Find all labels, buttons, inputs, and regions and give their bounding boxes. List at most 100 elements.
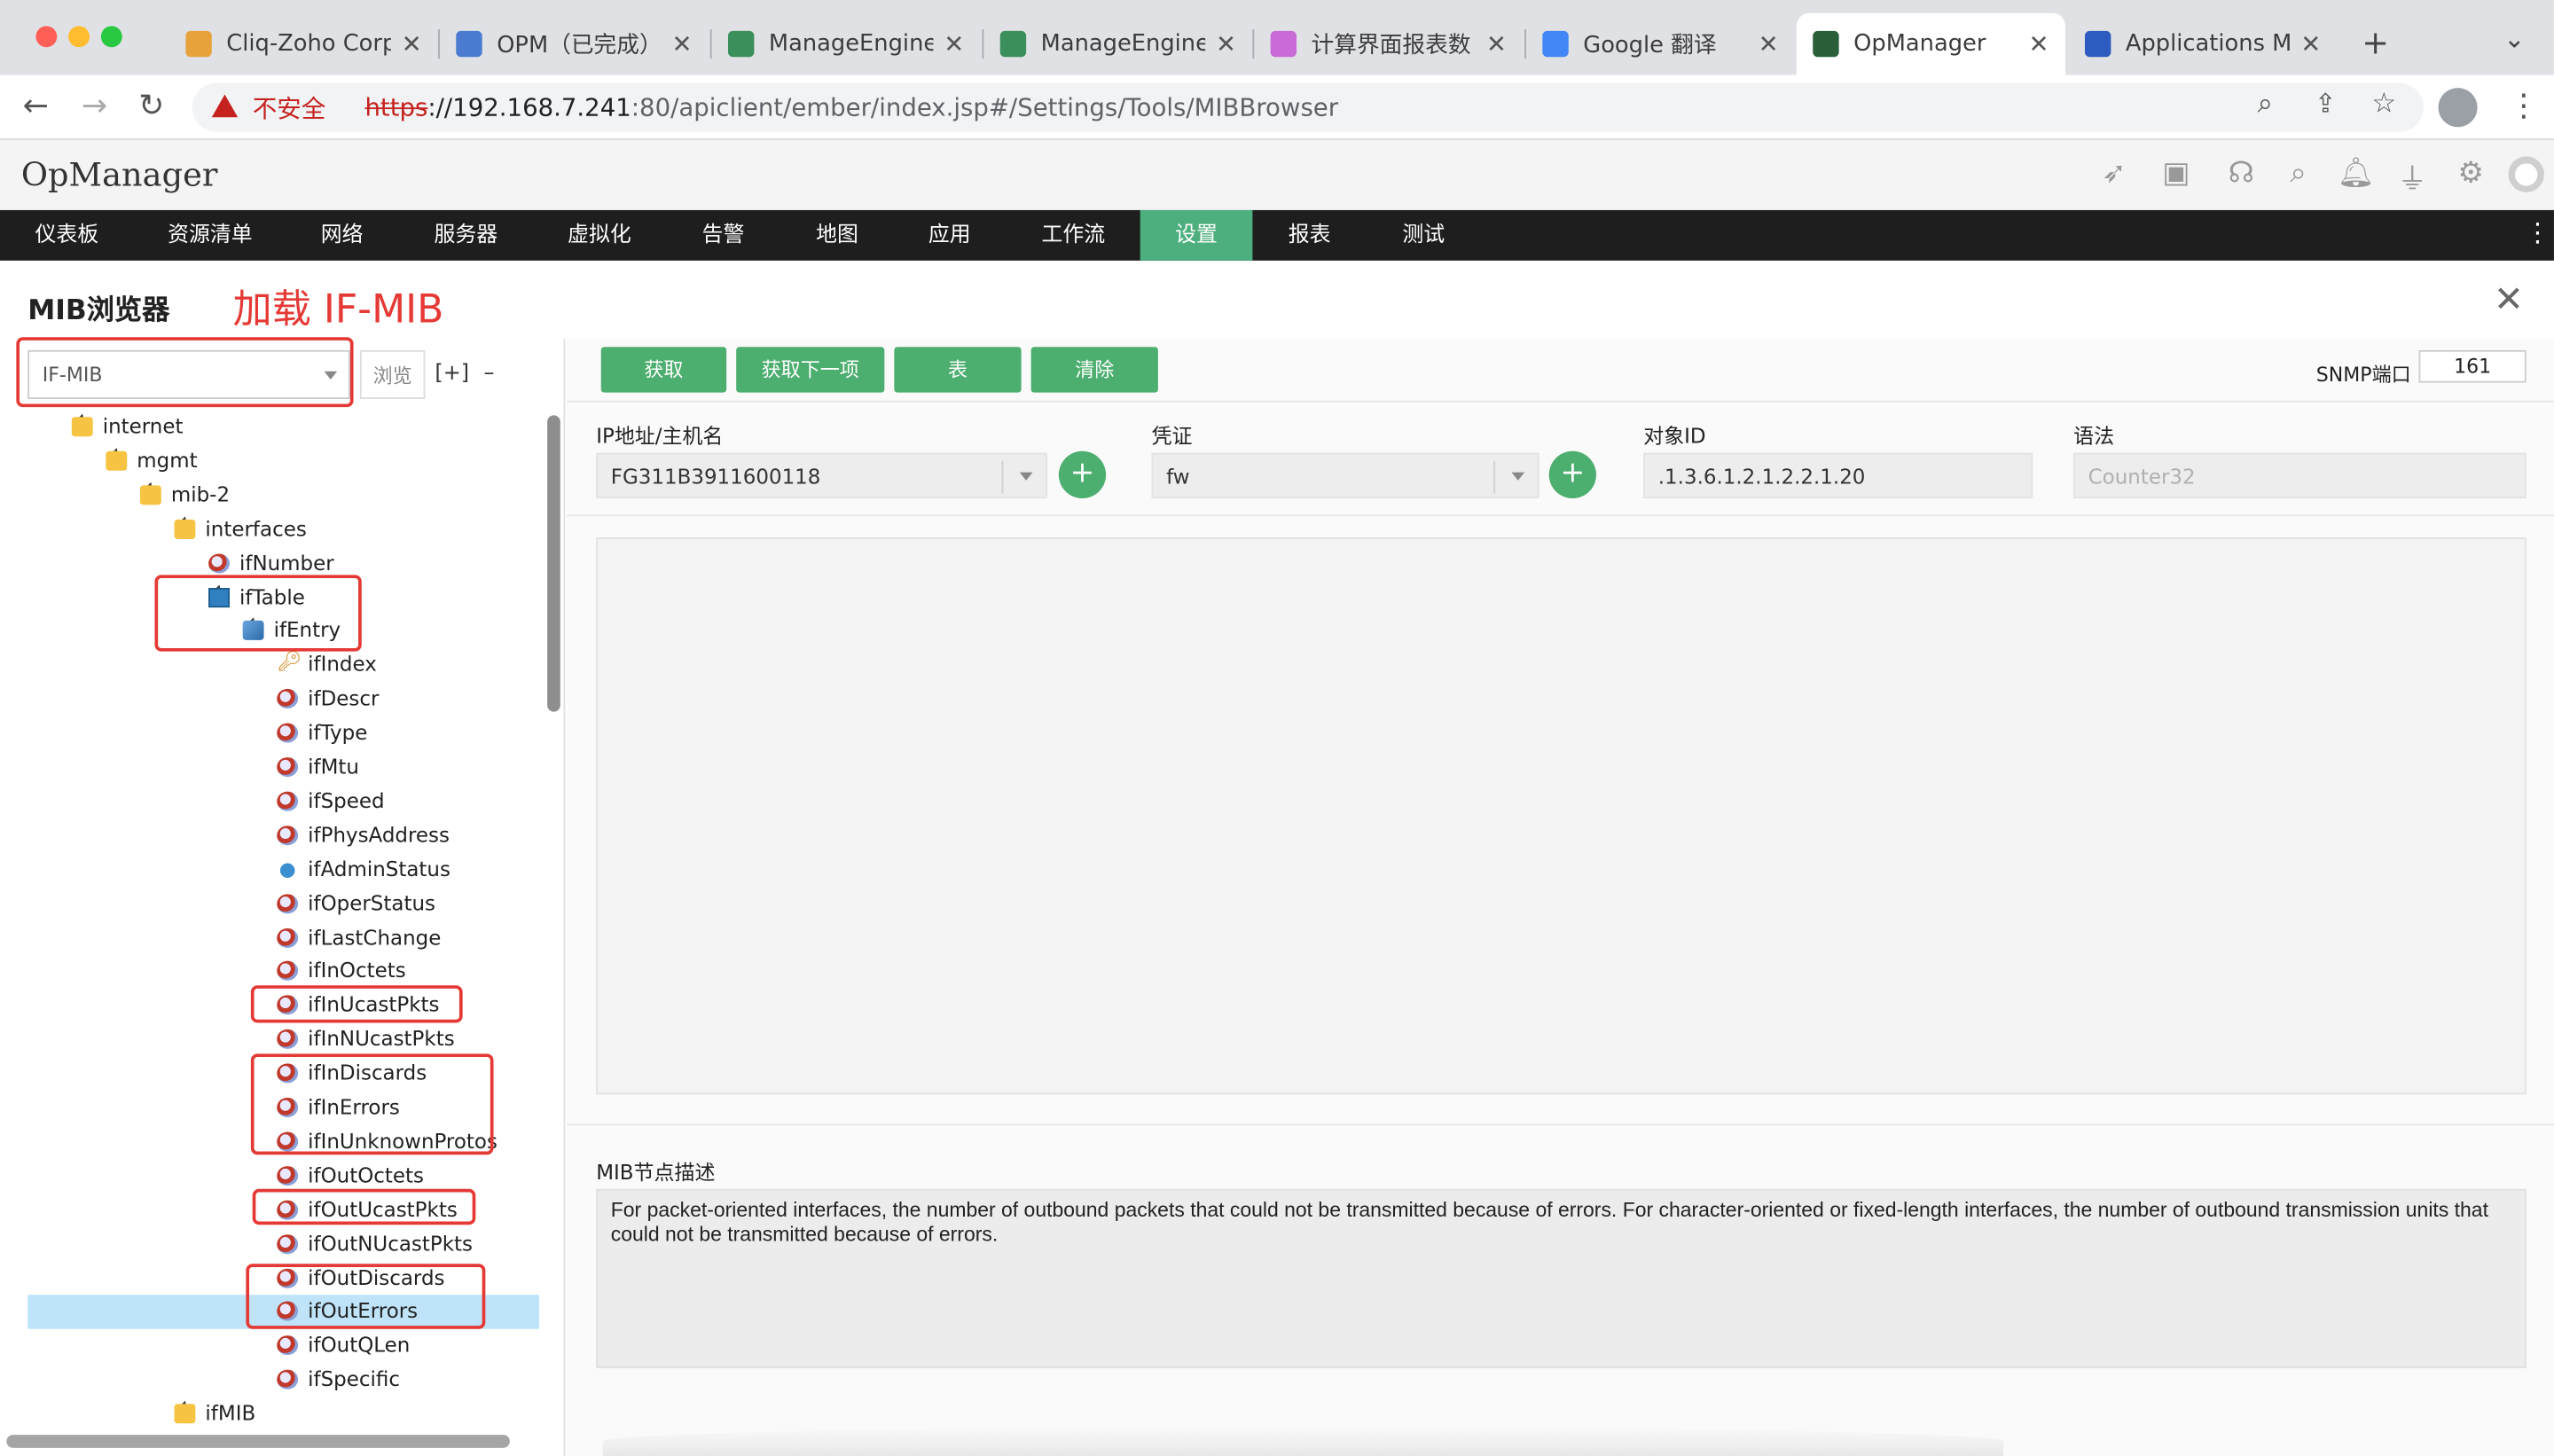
clear-button[interactable]: 清除 (1030, 347, 1158, 393)
url-bar[interactable]: 不安全 https://192.168.7.241:80/apiclient/e… (192, 82, 2425, 132)
more-menu-icon[interactable]: ⋮ (2525, 216, 2550, 247)
headset-icon[interactable]: ☊ (2223, 156, 2259, 192)
tree-node[interactable]: ifOutUcastPkts (27, 1194, 539, 1228)
browser-tab[interactable]: OPM（已完成） ✕ (440, 13, 709, 75)
menu-item[interactable]: 告警 (666, 210, 780, 261)
tree-node[interactable]: ifLastChange (27, 922, 539, 957)
snmp-port-input[interactable]: 161 (2418, 349, 2527, 383)
tree-node[interactable]: ifInUcastPkts (27, 989, 539, 1023)
tree-node[interactable]: ifMtu (27, 751, 539, 786)
share-icon[interactable]: ⇪ (2315, 88, 2337, 119)
tree-node[interactable]: ifInNUcastPkts (27, 1022, 539, 1057)
menu-item[interactable]: 地图 (782, 210, 893, 261)
tree-vertical-scrollbar[interactable] (547, 415, 560, 712)
tree-node[interactable]: ifOutQLen (27, 1329, 539, 1364)
menu-item[interactable]: 仪表板 (13, 210, 121, 261)
tab-close-icon[interactable]: ✕ (2300, 29, 2321, 59)
table-button[interactable]: 表 (894, 347, 1022, 393)
tree-node[interactable]: ifOperStatus (27, 888, 539, 922)
tab-close-icon[interactable]: ✕ (1216, 29, 1236, 59)
tree-node[interactable]: ifEntry (27, 614, 539, 648)
tab-close-icon[interactable]: ✕ (1486, 29, 1507, 59)
tree-node[interactable]: internet (27, 411, 539, 445)
window-maximize-button[interactable] (100, 26, 122, 48)
tree-node[interactable]: mib-2 (27, 479, 539, 513)
tree-node[interactable]: interfaces (27, 513, 539, 548)
tree-node[interactable]: ifInDiscards (27, 1057, 539, 1092)
new-tab-button[interactable]: + (2362, 23, 2389, 62)
tree-node[interactable]: ifInUnknownProtos (27, 1125, 539, 1160)
tab-close-icon[interactable]: ✕ (1759, 29, 1779, 59)
tree-node[interactable]: ifPhysAddress (27, 819, 539, 854)
tree-node[interactable]: ifTable (27, 582, 539, 616)
tree-node[interactable]: ifOutErrors (27, 1295, 539, 1329)
rocket-icon[interactable]: ➶ (2096, 156, 2132, 192)
gear-icon[interactable]: ⚙ (2453, 156, 2488, 192)
tree-horizontal-scrollbar[interactable] (6, 1435, 510, 1448)
tab-close-icon[interactable]: ✕ (2028, 29, 2049, 59)
menu-item[interactable]: 工作流 (1010, 210, 1137, 261)
reload-icon[interactable]: ↻ (138, 88, 164, 123)
add-device-button[interactable]: + (1058, 450, 1107, 499)
browser-tab[interactable]: ManageEngine ✕ (712, 13, 981, 75)
browser-tab[interactable]: Applications Ma ✕ (2069, 13, 2338, 75)
collapse-all-button[interactable]: – (483, 362, 494, 387)
credential-select[interactable]: fw (1151, 452, 1539, 499)
search-icon[interactable]: ⌕ (2280, 156, 2315, 192)
tree-node[interactable]: ifType (27, 716, 539, 751)
tab-close-icon[interactable]: ✕ (671, 29, 692, 59)
tab-list-chevron-icon[interactable]: ⌄ (2503, 23, 2526, 54)
tree-node[interactable]: 🔑︎ ifIndex (27, 648, 539, 683)
bookmark-star-icon[interactable]: ☆ (2371, 88, 2396, 121)
profile-avatar[interactable] (2438, 88, 2478, 128)
tree-node[interactable]: ifSpecific (27, 1363, 539, 1397)
tree-node[interactable]: ifAdminStatus (27, 853, 539, 888)
zoom-icon[interactable]: ⌕ (2258, 88, 2274, 121)
user-icon[interactable]: ● (2508, 156, 2544, 192)
browser-tab[interactable]: Google 翻译 ✕ (1526, 13, 1795, 75)
tree-node[interactable]: ifSpeed (27, 785, 539, 819)
browser-tab[interactable]: OpManager ✕ (1796, 12, 2065, 75)
menu-item[interactable]: 网络 (294, 210, 391, 261)
get-button[interactable]: 获取 (600, 347, 727, 393)
tree-node[interactable]: ifInErrors (27, 1092, 539, 1126)
browser-tab[interactable]: ManageEngine ✕ (983, 13, 1252, 75)
plug-icon[interactable]: ⏚ (2394, 156, 2430, 198)
tab-favicon-icon (2084, 30, 2111, 58)
bell-icon[interactable]: 🔔︎ (2338, 156, 2375, 192)
tab-close-icon[interactable]: ✕ (944, 29, 964, 59)
close-icon[interactable]: ✕ (2494, 280, 2524, 321)
tab-close-icon[interactable]: ✕ (402, 29, 422, 59)
tree-node[interactable]: ifNumber (27, 547, 539, 582)
browser-tab[interactable]: Cliq-Zoho Corp ✕ (169, 13, 438, 75)
browser-tab[interactable]: 计算界面报表数 ✕ (1254, 13, 1523, 75)
forward-icon[interactable]: → (82, 88, 107, 123)
menu-item[interactable]: 资源清单 (142, 210, 278, 261)
tree-node[interactable]: ifInOctets (27, 954, 539, 989)
browse-button[interactable]: 浏览 (359, 349, 426, 399)
menu-item[interactable]: 应用 (899, 210, 1000, 261)
expand-all-button[interactable]: [+] (435, 362, 469, 387)
ip-host-select[interactable]: FG311B3911600118 (596, 452, 1047, 499)
screen-icon[interactable]: ▣ (2158, 156, 2194, 192)
menu-item[interactable]: 测试 (1368, 210, 1479, 261)
back-icon[interactable]: ← (23, 88, 49, 123)
tree-node[interactable]: ifMIB (27, 1397, 539, 1432)
menu-item[interactable]: 报表 (1254, 210, 1365, 261)
tree-node[interactable]: ifDescr (27, 683, 539, 717)
menu-item[interactable]: 服务器 (404, 210, 529, 261)
get-next-button[interactable]: 获取下一项 (736, 347, 885, 393)
tree-node-label: internet (102, 413, 184, 439)
add-credential-button[interactable]: + (1548, 450, 1596, 499)
oid-input[interactable]: .1.3.6.1.2.1.2.2.1.20 (1643, 452, 2033, 499)
tree-node[interactable]: ifOutDiscards (27, 1262, 539, 1296)
browser-menu-icon[interactable]: ⋮ (2509, 88, 2540, 123)
window-minimize-button[interactable] (68, 26, 90, 48)
menu-item[interactable]: 设置 (1140, 209, 1253, 261)
tree-node[interactable]: ifOutNUcastPkts (27, 1228, 539, 1263)
tree-node[interactable]: ifOutOctets (27, 1160, 539, 1194)
tree-node[interactable]: mgmt (27, 444, 539, 479)
mib-select[interactable]: IF-MIB (27, 349, 350, 399)
window-close-button[interactable] (35, 26, 58, 48)
menu-item[interactable]: 虚拟化 (533, 210, 667, 261)
